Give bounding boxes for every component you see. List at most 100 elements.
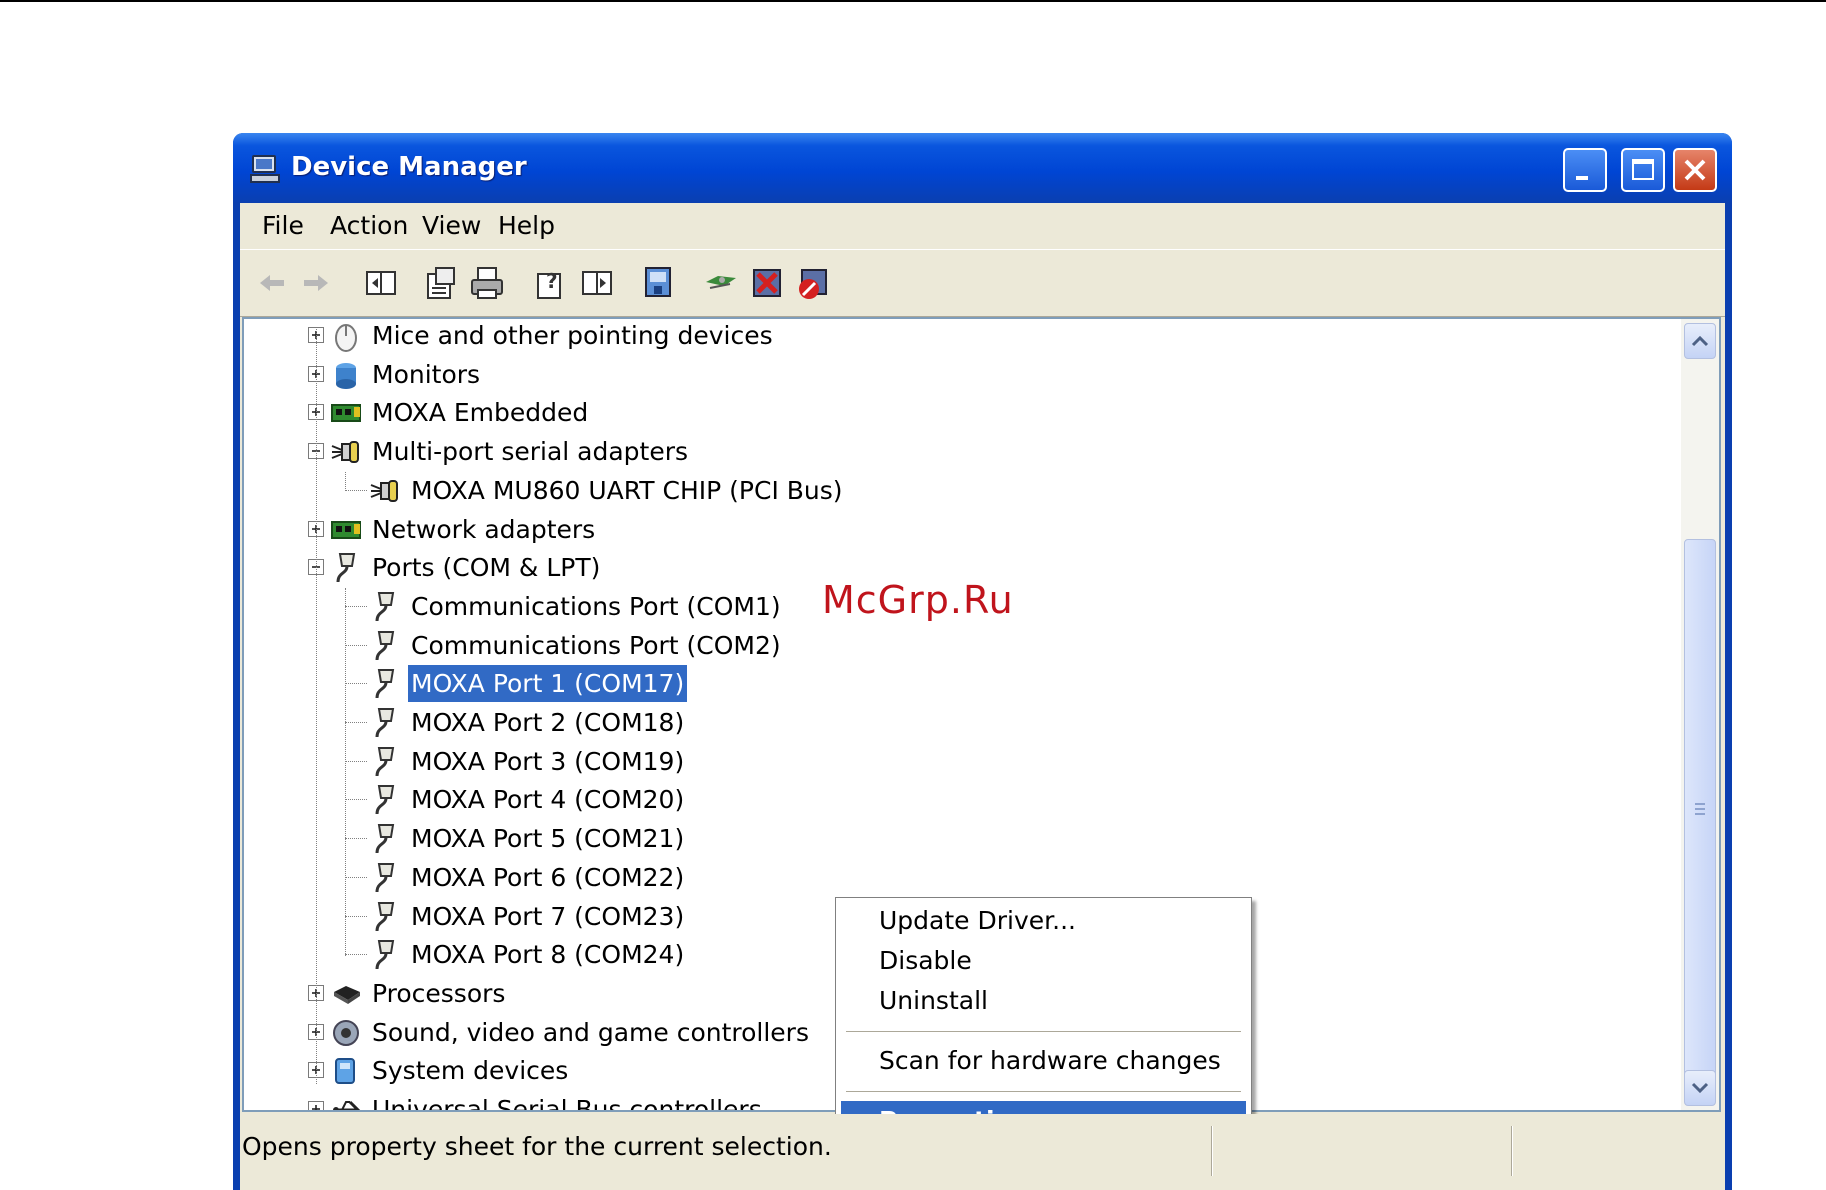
back-arrow-icon <box>260 275 284 291</box>
tree-item-label: MOXA Port 6 (COM22) <box>411 862 685 892</box>
scroll-up-button[interactable] <box>1684 323 1716 359</box>
title-bar[interactable]: Device Manager <box>233 133 1732 203</box>
menu-bar: File Action View Help <box>240 203 1725 249</box>
tree-item-label: MOXA Port 1 (COM17) <box>408 665 688 703</box>
svg-text:?: ? <box>546 269 558 293</box>
tree-child-item[interactable]: Communications Port (COM2) <box>244 627 1644 664</box>
tree-item-label: Ports (COM & LPT) <box>372 553 601 583</box>
tree-child-item[interactable]: MOXA Port 5 (COM21) <box>244 820 1644 857</box>
menu-file[interactable]: File <box>262 211 304 241</box>
scan-hardware-icon <box>706 276 736 289</box>
tree-category[interactable]: Network adapters <box>244 511 1644 548</box>
tree-connector <box>345 760 367 762</box>
window-title: Device Manager <box>291 152 527 182</box>
properties-icon <box>427 267 455 299</box>
tree-connector <box>345 915 367 917</box>
tree-connector <box>345 799 367 801</box>
tree-category[interactable]: Mice and other pointing devices <box>244 319 1644 354</box>
uninstall-button[interactable] <box>748 264 786 302</box>
show-hide-action-pane-icon <box>582 271 612 295</box>
port-icon <box>369 823 401 855</box>
port-icon <box>369 784 401 816</box>
tree-child-item[interactable]: MOXA Port 3 (COM19) <box>244 743 1644 780</box>
watermark: McGrp.Ru <box>822 578 1014 622</box>
show-hide-action-pane-button[interactable] <box>578 264 616 302</box>
menu-help[interactable]: Help <box>498 211 555 241</box>
window-client-area: File Action View Help ? Mice and other p… <box>240 203 1725 1190</box>
tree-child-item[interactable]: MOXA Port 4 (COM20) <box>244 781 1644 818</box>
port-icon <box>369 901 401 933</box>
tree-connector <box>345 605 367 607</box>
scan-hardware-label: Scan for hardware changes <box>879 1046 1221 1075</box>
tree-item-label: MOXA Port 7 (COM23) <box>411 901 685 931</box>
uninstall-menu-item[interactable]: Uninstall <box>841 981 1246 1021</box>
tree-category[interactable]: Monitors <box>244 356 1644 393</box>
maximize-button[interactable] <box>1621 148 1665 192</box>
chevron-down-icon <box>1691 1082 1709 1094</box>
tree-item-label: Network adapters <box>372 514 596 544</box>
menu-separator <box>846 1031 1241 1032</box>
back-button[interactable] <box>252 264 290 302</box>
print-button[interactable] <box>468 264 506 302</box>
port-icon <box>369 746 401 778</box>
port-icon <box>369 591 401 623</box>
forward-button[interactable] <box>298 264 336 302</box>
tree-connector <box>316 329 317 1084</box>
properties-button[interactable] <box>422 264 460 302</box>
network-card-icon <box>330 397 362 429</box>
disable-icon <box>799 269 827 299</box>
uninstall-icon <box>753 269 781 297</box>
serial-adapter-icon <box>369 475 401 507</box>
scan-hardware-menu-item[interactable]: Scan for hardware changes <box>841 1041 1246 1081</box>
port-icon <box>369 630 401 662</box>
system-device-icon <box>330 1055 362 1087</box>
tree-item-label: Communications Port (COM1) <box>411 591 781 621</box>
close-button[interactable] <box>1673 148 1717 192</box>
tree-item-label: MOXA Port 2 (COM18) <box>411 708 685 737</box>
show-hide-tree-icon <box>366 271 396 295</box>
uninstall-label: Uninstall <box>879 986 988 1015</box>
update-driver-button[interactable] <box>640 264 678 302</box>
tree-item-label: MOXA Port 8 (COM24) <box>411 940 685 970</box>
expand-icon[interactable] <box>308 1101 324 1110</box>
tree-child-item[interactable]: MOXA MU860 UART CHIP (PCI Bus) <box>244 472 1644 509</box>
disable-menu-item[interactable]: Disable <box>841 941 1246 981</box>
minimize-button[interactable] <box>1563 148 1607 192</box>
vertical-scrollbar[interactable] <box>1681 319 1719 1110</box>
show-hide-tree-button[interactable] <box>362 264 400 302</box>
computer-icon <box>250 155 280 183</box>
scroll-thumb[interactable] <box>1684 539 1716 1077</box>
tree-item-label: Processors <box>372 978 506 1008</box>
update-driver-icon <box>645 267 671 297</box>
monitor-icon <box>330 359 362 391</box>
tree-child-item[interactable]: MOXA Port 6 (COM22) <box>244 859 1644 896</box>
tree-child-item[interactable]: MOXA Port 1 (COM17) <box>244 665 1644 703</box>
tree-item-label: Mice and other pointing devices <box>372 321 773 350</box>
disable-button[interactable] <box>794 264 832 302</box>
port-icon <box>369 668 401 700</box>
minimize-icon <box>1576 176 1588 180</box>
processor-icon <box>330 978 362 1010</box>
scroll-down-button[interactable] <box>1684 1070 1716 1106</box>
tree-category[interactable]: MOXA Embedded <box>244 394 1644 431</box>
scan-hardware-button[interactable] <box>702 264 740 302</box>
tree-item-label: System devices <box>372 1056 569 1086</box>
help-button[interactable]: ? <box>532 264 570 302</box>
close-icon <box>1684 159 1706 181</box>
usb-icon <box>330 1094 362 1110</box>
mouse-icon <box>330 320 362 352</box>
update-driver-menu-item[interactable]: Update Driver... <box>841 901 1246 941</box>
serial-adapter-icon <box>330 436 362 468</box>
status-divider <box>1211 1126 1213 1176</box>
menu-view[interactable]: View <box>422 211 481 241</box>
update-driver-label: Update Driver... <box>879 906 1076 935</box>
status-divider <box>1511 1126 1513 1176</box>
tree-category[interactable]: Multi-port serial adapters <box>244 433 1644 470</box>
tree-item-label: Communications Port (COM2) <box>411 630 781 660</box>
tree-connector <box>345 722 367 723</box>
tree-child-item[interactable]: MOXA Port 2 (COM18) <box>244 704 1644 741</box>
menu-action[interactable]: Action <box>330 211 408 241</box>
tree-connector <box>345 644 367 646</box>
tree-item-label: MOXA Port 5 (COM21) <box>411 824 685 854</box>
tree-connector <box>345 471 346 492</box>
